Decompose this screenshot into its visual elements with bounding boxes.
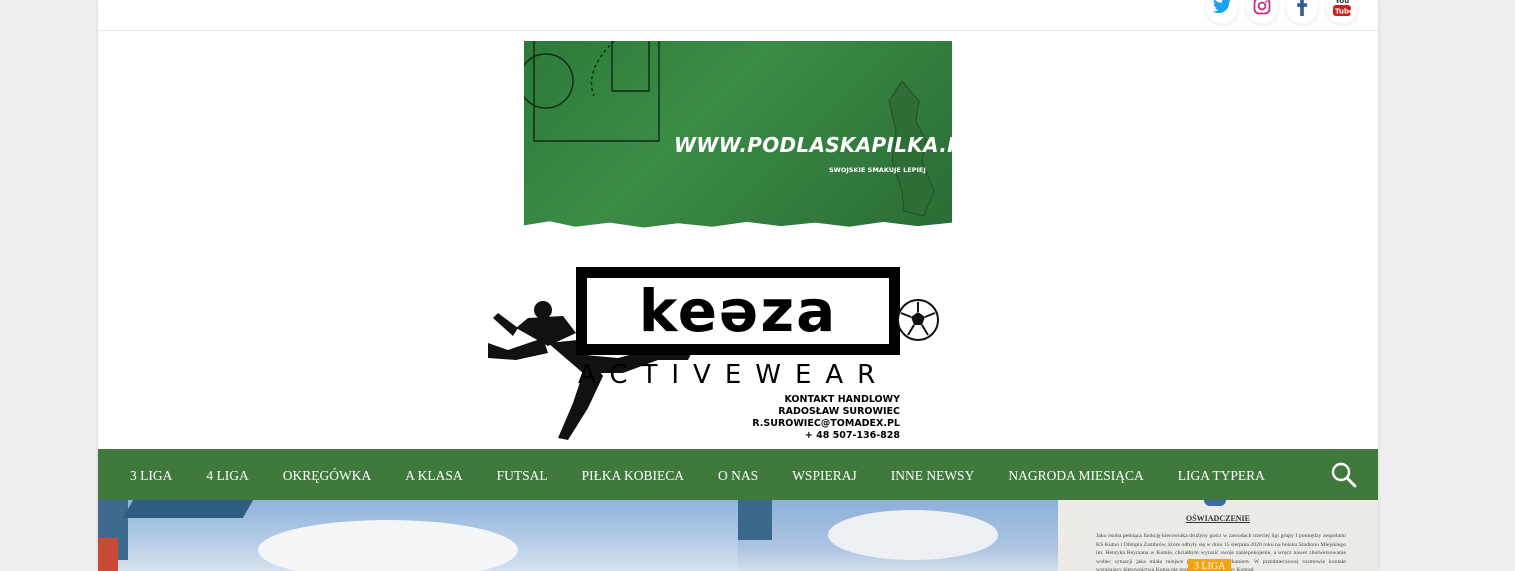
contact-line: R.SUROWIEC@TOMADEX.PL [752, 418, 900, 429]
banner-tagline: SWOJSKIE SMAKUJE LEPIEJ [829, 166, 926, 174]
sky-cloud [258, 520, 518, 571]
brand-logo-inner: keəza [584, 275, 892, 347]
svg-text:Tube: Tube [1335, 7, 1352, 15]
brand-name: keəza [638, 277, 838, 345]
facebook-link[interactable] [1286, 0, 1318, 24]
stadium-structure [738, 500, 772, 540]
nav-item-liga-typera[interactable]: LIGA TYPERA [1178, 466, 1265, 484]
banner-site-url: WWW.PODLASKAPILKA.PL [674, 133, 952, 157]
nav-item-3-liga[interactable]: 3 LIGA [130, 466, 172, 484]
featured-post-document[interactable]: OŚWIADCZENIE Jako osoba pełniąca funkcję… [1058, 500, 1378, 571]
nav-item-o-nas[interactable]: O NAS [718, 466, 758, 484]
contact-line: KONTAKT HANDLOWY [784, 394, 901, 405]
instagram-link[interactable] [1246, 0, 1278, 24]
twitter-icon [1213, 0, 1231, 19]
keeza-banner[interactable]: keəza ACTIVEWEAR KONTAKT HANDLOWY RADOSŁ… [488, 258, 948, 443]
stadium-roof [122, 500, 254, 518]
main-navigation: 3 LIGA 4 LIGA OKRĘGÓWKA A KLASA FUTSAL P… [98, 449, 1378, 500]
stadium-stand [98, 538, 118, 571]
nav-item-pilka-kobieca[interactable]: PIŁKA KOBIECA [582, 466, 684, 484]
sky-cloud [828, 510, 998, 560]
contact-block: KONTAKT HANDLOWY RADOSŁAW SUROWIEC R.SUR… [752, 394, 900, 442]
twitter-link[interactable] [1206, 0, 1238, 24]
football-icon [897, 299, 939, 341]
nav-item-futsal[interactable]: FUTSAL [497, 466, 548, 484]
club-crest-icon [1204, 500, 1226, 506]
category-tag[interactable]: 3 LIGA [1188, 559, 1232, 571]
nav-item-wspieraj[interactable]: WSPIERAJ [792, 466, 857, 484]
search-button[interactable] [1330, 461, 1358, 489]
podlaskapilka-banner[interactable]: WWW.PODLASKAPILKA.PL SWOJSKIE SMAKUJE LE… [524, 41, 952, 231]
facebook-icon [1296, 0, 1308, 21]
youtube-icon: You Tube [1332, 0, 1354, 22]
featured-post-medium[interactable] [738, 500, 1058, 571]
contact-line: + 48 507-136-828 [804, 430, 900, 441]
social-links: You Tube [1206, 0, 1358, 24]
nav-menu: 3 LIGA 4 LIGA OKRĘGÓWKA A KLASA FUTSAL P… [130, 449, 1299, 500]
svg-text:You: You [1334, 0, 1349, 5]
nav-item-okregowka[interactable]: OKRĘGÓWKA [283, 466, 372, 484]
brand-logo-box: keəza [576, 267, 900, 355]
search-icon [1330, 462, 1358, 493]
nav-item-nagroda-miesiaca[interactable]: NAGRODA MIESIĄCA [1008, 466, 1143, 484]
nav-item-inne-newsy[interactable]: INNE NEWSY [891, 466, 975, 484]
nav-item-4-liga[interactable]: 4 LIGA [206, 466, 248, 484]
page-container: You Tube WWW.PODLASKAPILKA.PL SWOJSKIE SM… [98, 0, 1378, 571]
featured-post-large[interactable] [98, 500, 738, 571]
contact-line: RADOSŁAW SUROWIEC [778, 406, 900, 417]
nav-item-a-klasa[interactable]: A KLASA [405, 466, 462, 484]
document-title: OŚWIADCZENIE [1185, 514, 1250, 523]
top-bar: You Tube [98, 0, 1378, 31]
youtube-link[interactable]: You Tube [1326, 0, 1358, 24]
brand-subtitle: ACTIVEWEAR [578, 360, 890, 390]
instagram-icon [1253, 0, 1271, 20]
